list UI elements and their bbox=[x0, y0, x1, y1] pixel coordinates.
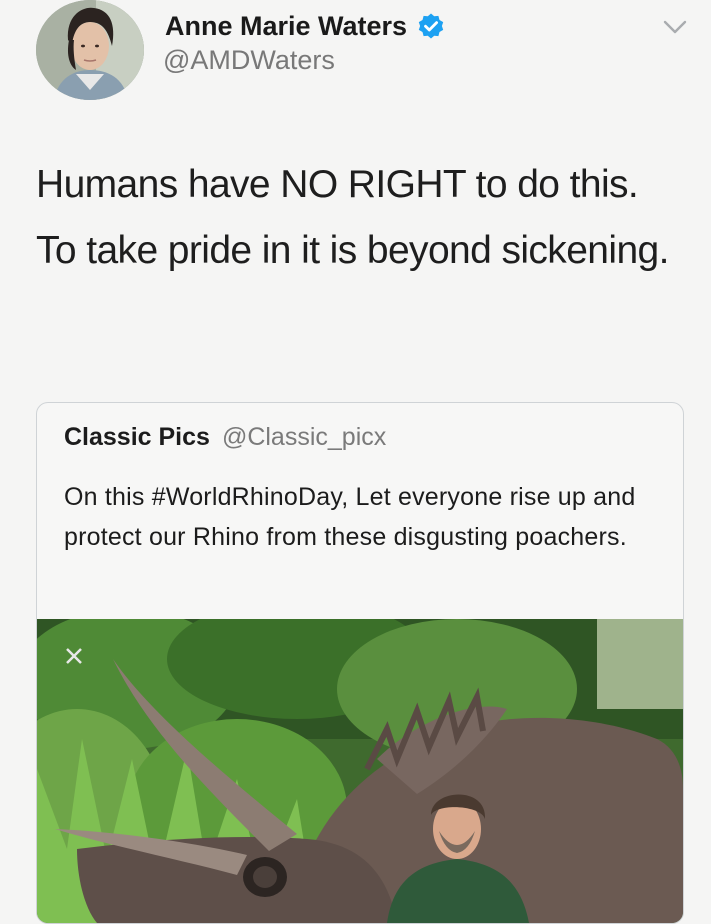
author-name-row: Anne Marie Waters bbox=[165, 8, 445, 44]
verified-badge-icon bbox=[418, 13, 444, 39]
quoted-tweet-photo[interactable] bbox=[37, 619, 683, 923]
author-name[interactable]: Anne Marie Waters bbox=[165, 11, 407, 42]
tweet-text: Humans have NO RIGHT to do this. To take… bbox=[36, 163, 669, 272]
avatar-image bbox=[36, 0, 144, 100]
author-handle[interactable]: @AMDWaters bbox=[163, 45, 335, 76]
quoted-tweet-header: Classic Pics @Classic_picx bbox=[64, 423, 386, 452]
quoted-tweet-card[interactable]: Classic Pics @Classic_picx On this #Worl… bbox=[36, 402, 684, 924]
chevron-down-icon[interactable] bbox=[660, 16, 690, 40]
author-avatar[interactable] bbox=[36, 0, 144, 100]
quoted-author-name: Classic Pics bbox=[64, 423, 210, 451]
quoted-tweet-text: On this #WorldRhinoDay, Let everyone ris… bbox=[64, 483, 636, 551]
quoted-author-handle: @Classic_picx bbox=[221, 423, 387, 451]
